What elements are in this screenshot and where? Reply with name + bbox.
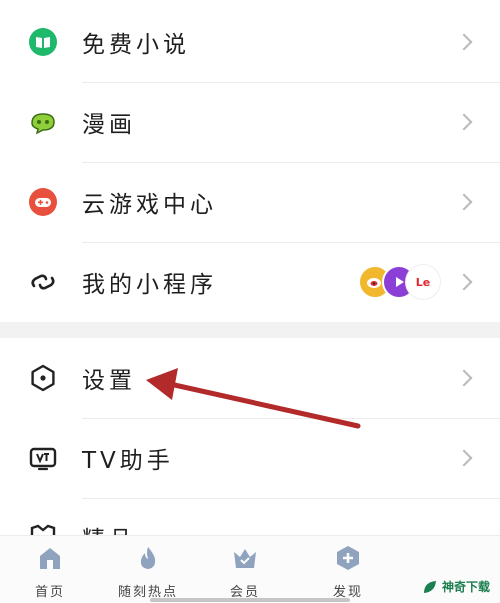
mini-program-badges: Le xyxy=(358,265,440,299)
menu-item-label: 设置 xyxy=(82,368,136,394)
comic-icon xyxy=(28,107,58,137)
link-icon xyxy=(28,267,58,297)
book-icon xyxy=(28,27,58,57)
partial-row-clip: 精品 xyxy=(82,522,182,536)
home-icon xyxy=(40,548,60,569)
chevron-right-icon xyxy=(455,273,473,291)
chevron-right-icon xyxy=(455,193,473,211)
chevron-right-icon xyxy=(455,33,473,51)
partial-row-icon xyxy=(28,522,58,536)
bottom-tab-bar: 首页 随刻热点 会员 发现 神奇下载 xyxy=(0,535,500,603)
home-indicator xyxy=(150,598,350,602)
tab-home[interactable]: 首页 xyxy=(10,536,90,603)
menu-item-label: 我的小程序 xyxy=(82,272,217,298)
menu-item-comics[interactable]: 漫画 xyxy=(0,82,500,162)
partial-row-label: 精品 xyxy=(82,522,136,536)
menu-item-settings[interactable]: 设置 xyxy=(0,338,500,418)
menu-item-label: 云游戏中心 xyxy=(82,192,217,218)
leaf-icon xyxy=(423,580,436,593)
menu-item-free-novels[interactable]: 免费小说 xyxy=(0,2,500,82)
menu-item-label: 漫画 xyxy=(82,112,136,138)
hexagon-settings-icon xyxy=(28,363,58,393)
section-gap xyxy=(0,322,500,338)
watermark-text: 神奇下载 xyxy=(441,580,490,594)
tab-discover[interactable]: 发现 xyxy=(308,536,388,603)
tab-trending[interactable]: 随刻热点 xyxy=(108,536,188,603)
chevron-right-icon xyxy=(455,369,473,387)
crown-icon xyxy=(234,549,256,568)
tab-label: 首页 xyxy=(34,585,65,600)
menu-item-tv-assistant[interactable]: TV助手 xyxy=(0,418,500,498)
chevron-right-icon xyxy=(455,113,473,131)
plus-icon xyxy=(337,546,359,570)
tab-vip[interactable]: 会员 xyxy=(205,536,285,603)
chevron-right-icon xyxy=(455,449,473,467)
gamepad-icon xyxy=(28,187,58,217)
watermark: 神奇下载 xyxy=(422,578,490,595)
flame-icon xyxy=(140,547,156,569)
menu-item-cloud-games[interactable]: 云游戏中心 xyxy=(0,162,500,242)
menu-item-label: TV助手 xyxy=(82,448,174,474)
menu-item-label: 免费小说 xyxy=(82,32,190,58)
divider xyxy=(82,498,500,499)
menu-item-mini-programs[interactable]: 我的小程序 Le xyxy=(0,242,500,322)
le-badge: Le xyxy=(406,265,440,299)
tv-icon xyxy=(28,443,58,473)
